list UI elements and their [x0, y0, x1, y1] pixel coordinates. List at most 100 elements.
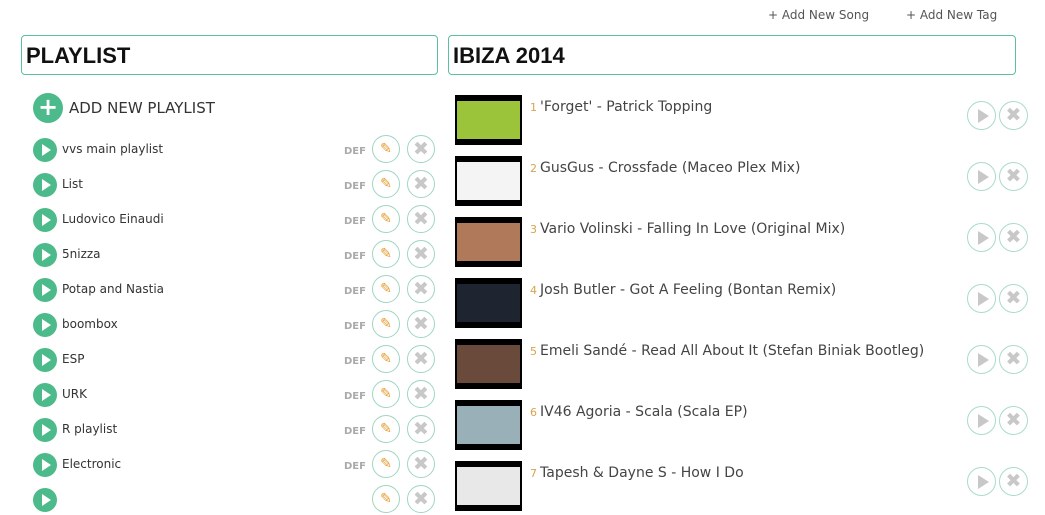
play-icon[interactable]: [33, 348, 57, 372]
song-play-button[interactable]: [967, 467, 996, 496]
close-icon: ✖: [413, 278, 429, 300]
thumbnail-image: [457, 101, 520, 139]
thumbnail-image: [457, 223, 520, 261]
song-delete-button[interactable]: ✖: [999, 101, 1028, 130]
song-play-button[interactable]: [967, 345, 996, 374]
pencil-icon: ✎: [380, 491, 392, 507]
playlist-row[interactable]: ✎ ✖: [33, 485, 438, 515]
pencil-icon: ✎: [380, 386, 392, 402]
delete-button[interactable]: ✖: [407, 380, 435, 408]
playlist-panel-title: PLAYLIST: [21, 35, 438, 75]
close-icon: ✖: [1005, 165, 1022, 187]
song-row[interactable]: 3 Vario Volinski - Falling In Love (Origi…: [455, 217, 1035, 267]
play-icon[interactable]: [33, 278, 57, 302]
song-title: 5 Emeli Sandé - Read All About It (Stefan…: [530, 343, 924, 359]
song-row[interactable]: 2 GusGus - Crossfade (Maceo Plex Mix) ✖: [455, 156, 1035, 206]
edit-button[interactable]: ✎: [372, 380, 400, 408]
default-badge: DEF: [344, 216, 366, 227]
default-badge: DEF: [344, 251, 366, 262]
play-icon[interactable]: [33, 138, 57, 162]
song-name: Tapesh & Dayne S - How I Do: [540, 465, 744, 481]
song-row[interactable]: 1 'Forget' - Patrick Topping ✖: [455, 95, 1035, 145]
song-title: 2 GusGus - Crossfade (Maceo Plex Mix): [530, 160, 800, 176]
edit-button[interactable]: ✎: [372, 170, 400, 198]
song-title: 3 Vario Volinski - Falling In Love (Origi…: [530, 221, 845, 237]
playlist-name: Electronic: [62, 457, 122, 471]
close-icon: ✖: [413, 453, 429, 475]
song-play-button[interactable]: [967, 223, 996, 252]
delete-button[interactable]: ✖: [407, 310, 435, 338]
default-badge: DEF: [344, 146, 366, 157]
playlist-row[interactable]: vvs main playlist DEF ✎ ✖: [33, 135, 438, 165]
song-number: 5: [530, 345, 537, 358]
playlist-row[interactable]: Potap and Nastia DEF ✎ ✖: [33, 275, 438, 305]
song-delete-button[interactable]: ✖: [999, 345, 1028, 374]
delete-button[interactable]: ✖: [407, 485, 435, 513]
edit-button[interactable]: ✎: [372, 275, 400, 303]
edit-button[interactable]: ✎: [372, 345, 400, 373]
edit-button[interactable]: ✎: [372, 310, 400, 338]
pencil-icon: ✎: [380, 456, 392, 472]
song-row[interactable]: 6 IV46 Agoria - Scala (Scala EP) ✖: [455, 400, 1035, 450]
delete-button[interactable]: ✖: [407, 345, 435, 373]
delete-button[interactable]: ✖: [407, 415, 435, 443]
playlist-row[interactable]: Electronic DEF ✎ ✖: [33, 450, 438, 480]
play-icon[interactable]: [33, 453, 57, 477]
thumbnail-image: [457, 467, 520, 505]
play-icon[interactable]: [33, 173, 57, 197]
playlist-name: Ludovico Einaudi: [62, 212, 164, 226]
edit-button[interactable]: ✎: [372, 135, 400, 163]
song-delete-button[interactable]: ✖: [999, 162, 1028, 191]
playlist-row[interactable]: URK DEF ✎ ✖: [33, 380, 438, 410]
thumbnail-image: [457, 406, 520, 444]
song-delete-button[interactable]: ✖: [999, 223, 1028, 252]
delete-button[interactable]: ✖: [407, 135, 435, 163]
playlist-row[interactable]: List DEF ✎ ✖: [33, 170, 438, 200]
thumbnail-image: [457, 284, 520, 322]
close-icon: ✖: [1005, 348, 1022, 370]
playlist-row[interactable]: R playlist DEF ✎ ✖: [33, 415, 438, 445]
delete-button[interactable]: ✖: [407, 275, 435, 303]
edit-button[interactable]: ✎: [372, 485, 400, 513]
delete-button[interactable]: ✖: [407, 205, 435, 233]
add-new-song-link[interactable]: + Add New Song: [768, 8, 869, 22]
song-number: 7: [530, 467, 537, 480]
delete-button[interactable]: ✖: [407, 450, 435, 478]
close-icon: ✖: [1005, 470, 1022, 492]
delete-button[interactable]: ✖: [407, 170, 435, 198]
song-play-button[interactable]: [967, 101, 996, 130]
play-icon[interactable]: [33, 208, 57, 232]
thumbnail-image: [457, 162, 520, 200]
song-delete-button[interactable]: ✖: [999, 467, 1028, 496]
song-name: Emeli Sandé - Read All About It (Stefan …: [540, 343, 925, 359]
play-icon[interactable]: [33, 488, 57, 512]
song-row[interactable]: 5 Emeli Sandé - Read All About It (Stefan…: [455, 339, 1035, 389]
song-play-button[interactable]: [967, 406, 996, 435]
pencil-icon: ✎: [380, 316, 392, 332]
song-delete-button[interactable]: ✖: [999, 284, 1028, 313]
edit-button[interactable]: ✎: [372, 205, 400, 233]
playlist-row[interactable]: boombox DEF ✎ ✖: [33, 310, 438, 340]
playlist-name: 5nizza: [62, 247, 101, 261]
playlist-row[interactable]: 5nizza DEF ✎ ✖: [33, 240, 438, 270]
song-row[interactable]: 4 Josh Butler - Got A Feeling (Bontan Rem…: [455, 278, 1035, 328]
play-icon[interactable]: [33, 383, 57, 407]
edit-button[interactable]: ✎: [372, 240, 400, 268]
close-icon: ✖: [413, 208, 429, 230]
playlist-row[interactable]: ESP DEF ✎ ✖: [33, 345, 438, 375]
delete-button[interactable]: ✖: [407, 240, 435, 268]
song-row[interactable]: 7 Tapesh & Dayne S - How I Do ✖: [455, 461, 1035, 511]
default-badge: DEF: [344, 286, 366, 297]
song-thumbnail: [455, 461, 522, 511]
play-icon[interactable]: [33, 243, 57, 267]
edit-button[interactable]: ✎: [372, 415, 400, 443]
add-new-playlist-button[interactable]: + ADD NEW PLAYLIST: [33, 93, 215, 123]
edit-button[interactable]: ✎: [372, 450, 400, 478]
song-play-button[interactable]: [967, 284, 996, 313]
song-play-button[interactable]: [967, 162, 996, 191]
play-icon[interactable]: [33, 313, 57, 337]
playlist-row[interactable]: Ludovico Einaudi DEF ✎ ✖: [33, 205, 438, 235]
play-icon[interactable]: [33, 418, 57, 442]
song-delete-button[interactable]: ✖: [999, 406, 1028, 435]
add-new-tag-link[interactable]: + Add New Tag: [906, 8, 997, 22]
